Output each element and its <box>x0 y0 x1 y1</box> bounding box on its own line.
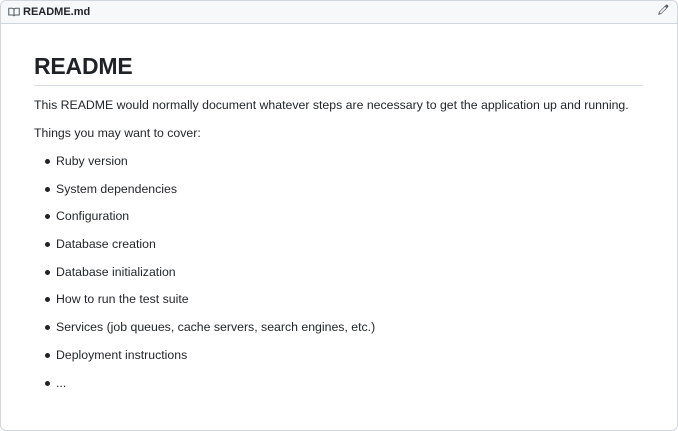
file-name[interactable]: README.md <box>23 6 90 18</box>
list-item: Database initialization <box>34 264 643 281</box>
readme-heading: README <box>34 52 643 86</box>
list-item-text: Configuration <box>56 209 130 224</box>
readme-content: README This README would normally docume… <box>1 24 677 392</box>
list-item-text: How to run the test suite <box>56 292 189 307</box>
list-item: Database creation <box>34 236 643 253</box>
intro-paragraph: This README would normally document what… <box>34 98 629 112</box>
list-item-text: Deployment instructions <box>56 347 188 362</box>
list-item-text: Services (job queues, cache servers, sea… <box>56 320 376 335</box>
list-item-text: Database initialization <box>56 264 176 279</box>
list-item: Configuration <box>34 208 643 225</box>
list-item-text: Database creation <box>56 237 156 252</box>
list-item: Services (job queues, cache servers, sea… <box>34 319 643 336</box>
bullet-icon <box>45 159 50 164</box>
list-item-text: Ruby version <box>56 154 128 168</box>
book-icon <box>8 7 20 17</box>
list-item: ... <box>34 375 643 392</box>
bullet-icon <box>45 242 50 248</box>
bullet-icon <box>45 269 50 275</box>
bullet-icon <box>45 297 50 303</box>
bullet-icon <box>45 352 50 358</box>
list-item: Ruby version <box>34 153 643 170</box>
bullet-icon <box>45 186 50 192</box>
list-item-text: System dependencies <box>56 181 177 196</box>
list-item: System dependencies <box>34 181 643 198</box>
pencil-icon <box>657 3 669 21</box>
file-header: README.md <box>1 1 677 24</box>
cover-paragraph: Things you may want to cover: <box>34 126 201 140</box>
edit-file-button[interactable] <box>656 3 670 21</box>
list-item: How to run the test suite <box>34 291 643 308</box>
bullet-icon <box>45 380 50 386</box>
bullet-icon <box>45 325 50 331</box>
list-item-text: ... <box>56 375 67 390</box>
topics-list: Ruby version System dependencies Configu… <box>34 153 643 392</box>
bullet-icon <box>45 214 50 220</box>
list-item: Deployment instructions <box>34 347 643 364</box>
readme-panel: README.md README This README would norma… <box>0 0 678 431</box>
